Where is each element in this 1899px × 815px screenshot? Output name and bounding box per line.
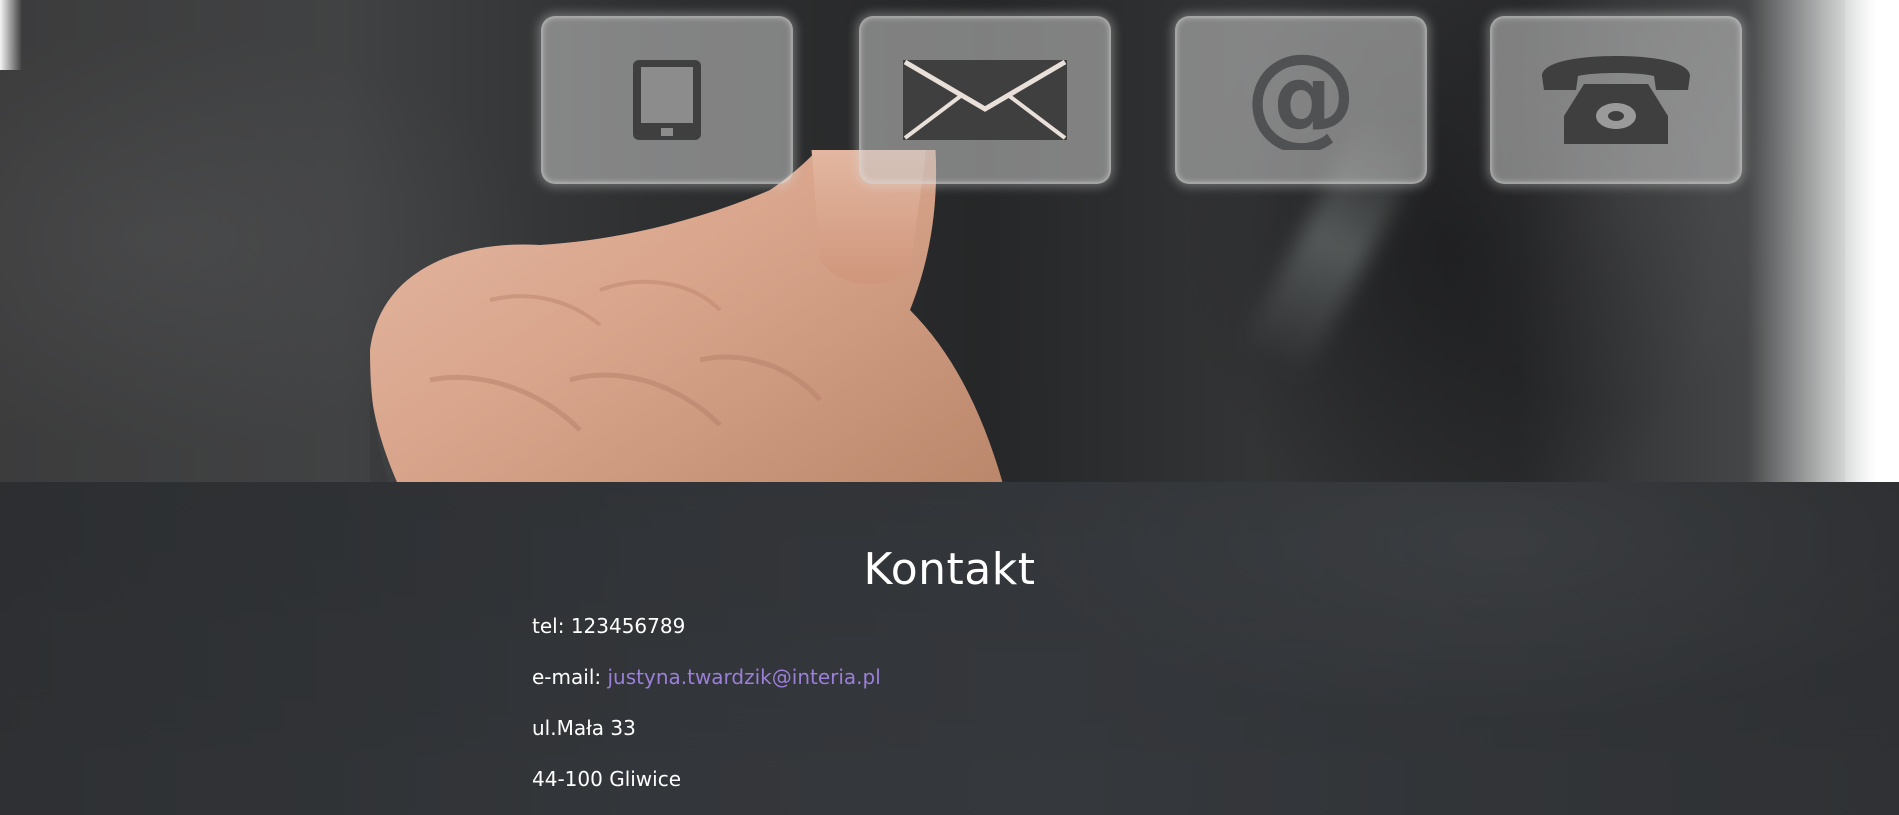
envelope-tile [859,16,1111,184]
hero-edge-left [0,0,22,70]
contact-heading: Kontakt [863,544,1036,595]
city-address: 44-100 Gliwice [532,767,682,791]
at-sign-icon: @ [1246,50,1356,150]
contact-background [0,482,1899,815]
contact-section [0,482,1899,815]
hero-banner-image: @ [0,0,1899,482]
email-line: e-mail: justyna.twardzik@interia.pl [532,663,881,691]
hero-edge-right [1845,0,1899,482]
tablet-icon [631,58,703,142]
telephone-icon [1538,54,1694,146]
email-link[interactable]: justyna.twardzik@interia.pl [607,665,880,689]
svg-text:@: @ [1246,50,1356,150]
street-address: ul.Mała 33 [532,716,636,740]
email-label: e-mail: [532,665,602,689]
phone-number: 123456789 [570,614,686,638]
envelope-icon [902,59,1068,141]
phone-label: tel: [532,614,565,638]
pointing-hand [370,150,1190,482]
tablet-tile [541,16,793,184]
telephone-tile [1490,16,1742,184]
page: @ Kontakt tel: 123456789 e-mail: justyna… [0,0,1899,815]
phone-line: tel: 123456789 [532,612,685,640]
at-sign-tile: @ [1175,16,1427,184]
